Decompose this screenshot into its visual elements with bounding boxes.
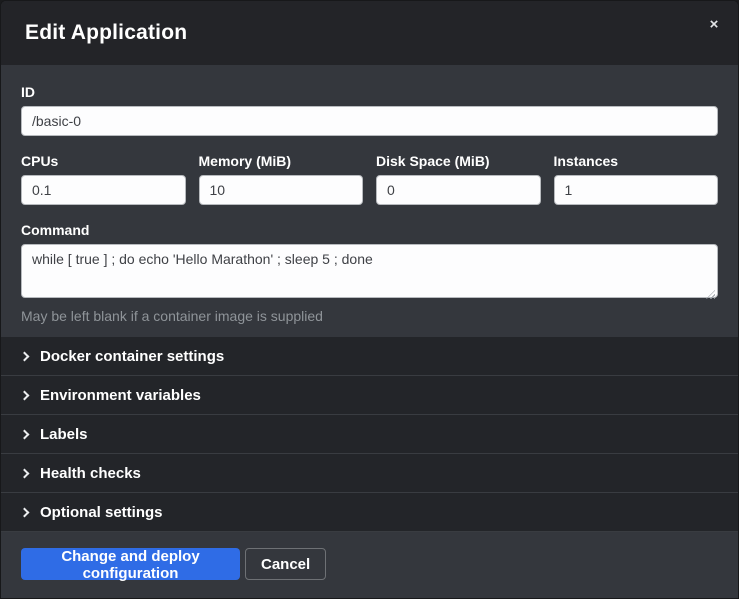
edit-application-modal: Edit Application × ID CPUs Memory (MiB) … bbox=[0, 0, 739, 599]
change-and-deploy-button[interactable]: Change and deploy configuration bbox=[21, 548, 240, 580]
close-icon[interactable]: × bbox=[704, 15, 724, 35]
disk-label: Disk Space (MiB) bbox=[376, 153, 541, 169]
section-label: Optional settings bbox=[40, 504, 163, 521]
section-environment-variables[interactable]: Environment variables bbox=[1, 376, 738, 415]
section-label: Docker container settings bbox=[40, 348, 224, 365]
instances-label: Instances bbox=[554, 153, 719, 169]
id-field-group: ID bbox=[21, 84, 718, 136]
section-label: Labels bbox=[40, 426, 88, 443]
resources-row: CPUs Memory (MiB) Disk Space (MiB) Insta… bbox=[21, 153, 718, 205]
modal-footer: Change and deploy configuration Cancel bbox=[1, 532, 738, 598]
chevron-right-icon bbox=[20, 468, 30, 478]
chevron-right-icon bbox=[20, 429, 30, 439]
collapsible-sections: Docker container settings Environment va… bbox=[1, 337, 738, 532]
chevron-right-icon bbox=[20, 390, 30, 400]
command-input[interactable]: while [ true ] ; do echo 'Hello Marathon… bbox=[21, 244, 718, 298]
modal-header: Edit Application × bbox=[1, 1, 738, 65]
disk-input[interactable] bbox=[376, 175, 541, 205]
id-input[interactable] bbox=[21, 106, 718, 136]
section-docker-container-settings[interactable]: Docker container settings bbox=[1, 337, 738, 376]
chevron-right-icon bbox=[20, 507, 30, 517]
cpus-field-group: CPUs bbox=[21, 153, 186, 205]
modal-title: Edit Application bbox=[25, 21, 187, 45]
memory-label: Memory (MiB) bbox=[199, 153, 364, 169]
chevron-right-icon bbox=[20, 351, 30, 361]
application-form: ID CPUs Memory (MiB) Disk Space (MiB) In… bbox=[1, 65, 738, 337]
command-field-group: Command while [ true ] ; do echo 'Hello … bbox=[21, 222, 718, 324]
section-label: Environment variables bbox=[40, 387, 201, 404]
cpus-input[interactable] bbox=[21, 175, 186, 205]
command-help-text: May be left blank if a container image i… bbox=[21, 308, 718, 324]
cancel-button[interactable]: Cancel bbox=[245, 548, 326, 580]
instances-field-group: Instances bbox=[554, 153, 719, 205]
section-optional-settings[interactable]: Optional settings bbox=[1, 493, 738, 532]
section-label: Health checks bbox=[40, 465, 141, 482]
command-label: Command bbox=[21, 222, 718, 238]
id-label: ID bbox=[21, 84, 718, 100]
section-health-checks[interactable]: Health checks bbox=[1, 454, 738, 493]
memory-field-group: Memory (MiB) bbox=[199, 153, 364, 205]
section-labels[interactable]: Labels bbox=[1, 415, 738, 454]
cpus-label: CPUs bbox=[21, 153, 186, 169]
memory-input[interactable] bbox=[199, 175, 364, 205]
disk-field-group: Disk Space (MiB) bbox=[376, 153, 541, 205]
instances-input[interactable] bbox=[554, 175, 719, 205]
